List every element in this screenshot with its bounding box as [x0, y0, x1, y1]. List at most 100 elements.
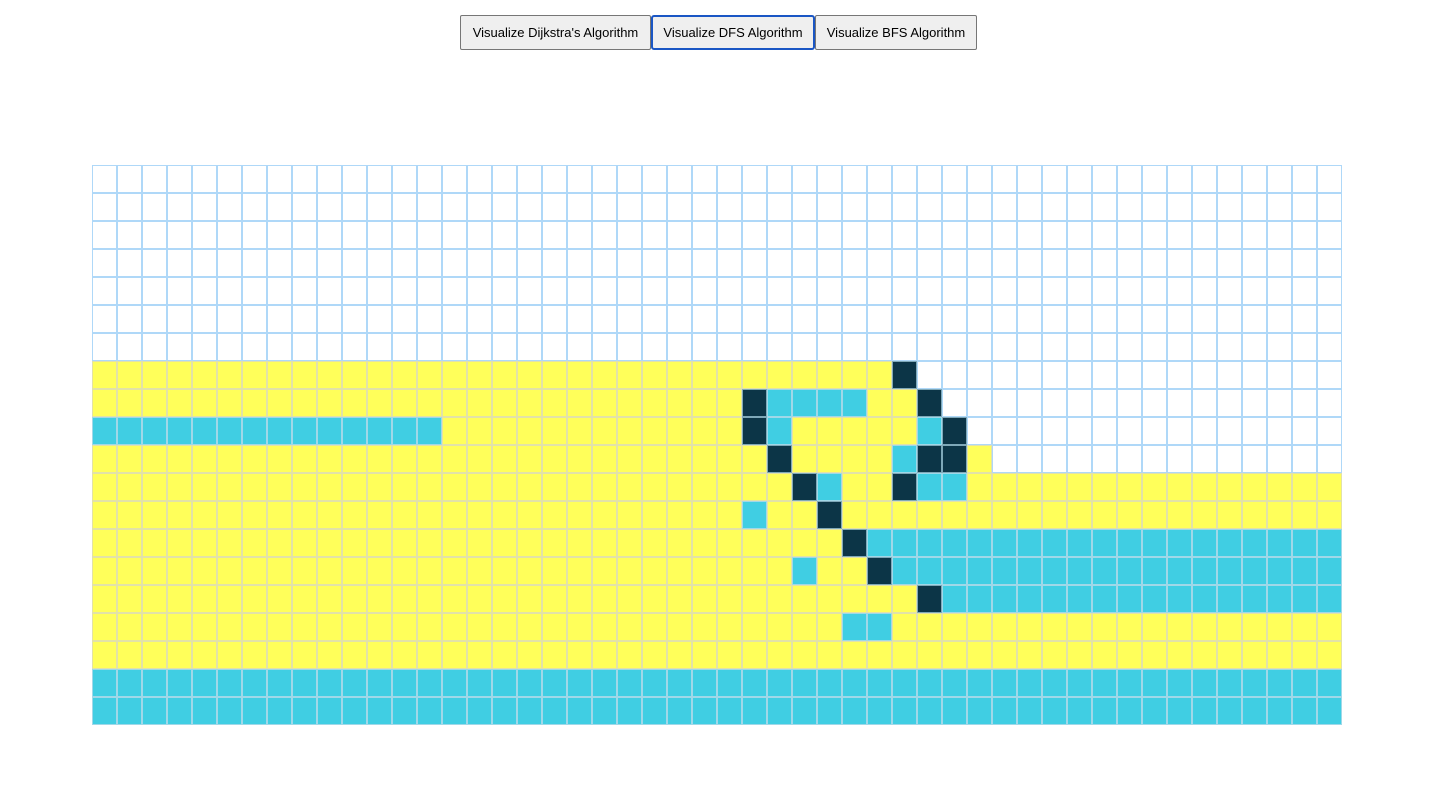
grid-cell-unvisited[interactable]: [817, 165, 842, 193]
grid-cell-visited[interactable]: [317, 585, 342, 613]
grid-cell-path[interactable]: [792, 389, 817, 417]
grid-cell-path[interactable]: [817, 669, 842, 697]
grid-cell-visited[interactable]: [292, 613, 317, 641]
grid-cell-visited[interactable]: [1092, 473, 1117, 501]
grid-cell-unvisited[interactable]: [1042, 333, 1067, 361]
grid-cell-unvisited[interactable]: [1192, 417, 1217, 445]
grid-cell-path[interactable]: [1117, 669, 1142, 697]
grid-cell-unvisited[interactable]: [242, 249, 267, 277]
grid-cell-unvisited[interactable]: [1117, 221, 1142, 249]
grid-cell-path[interactable]: [1267, 669, 1292, 697]
grid-cell-visited[interactable]: [1042, 473, 1067, 501]
grid-cell-unvisited[interactable]: [792, 221, 817, 249]
grid-cell-path[interactable]: [392, 669, 417, 697]
grid-cell-unvisited[interactable]: [1192, 277, 1217, 305]
grid-cell-unvisited[interactable]: [492, 305, 517, 333]
grid-cell-path[interactable]: [1317, 585, 1342, 613]
grid-cell-path[interactable]: [192, 417, 217, 445]
grid-cell-wall[interactable]: [867, 557, 892, 585]
grid-cell-path[interactable]: [1217, 529, 1242, 557]
grid-cell-visited[interactable]: [867, 641, 892, 669]
grid-cell-unvisited[interactable]: [267, 305, 292, 333]
grid-cell-unvisited[interactable]: [592, 277, 617, 305]
grid-cell-unvisited[interactable]: [542, 193, 567, 221]
grid-cell-visited[interactable]: [267, 641, 292, 669]
grid-cell-unvisited[interactable]: [1242, 389, 1267, 417]
grid-cell-unvisited[interactable]: [592, 221, 617, 249]
grid-cell-unvisited[interactable]: [992, 277, 1017, 305]
grid-cell-visited[interactable]: [442, 389, 467, 417]
grid-cell-unvisited[interactable]: [192, 249, 217, 277]
grid-cell-visited[interactable]: [292, 529, 317, 557]
grid-cell-visited[interactable]: [692, 361, 717, 389]
grid-cell-visited[interactable]: [1117, 641, 1142, 669]
grid-cell-visited[interactable]: [792, 445, 817, 473]
grid-cell-visited[interactable]: [842, 417, 867, 445]
grid-cell-unvisited[interactable]: [892, 333, 917, 361]
grid-cell-visited[interactable]: [667, 389, 692, 417]
grid-cell-unvisited[interactable]: [942, 277, 967, 305]
grid-cell-visited[interactable]: [767, 501, 792, 529]
grid-cell-unvisited[interactable]: [542, 249, 567, 277]
grid-cell-unvisited[interactable]: [817, 277, 842, 305]
grid-cell-visited[interactable]: [267, 585, 292, 613]
grid-cell-visited[interactable]: [192, 585, 217, 613]
grid-cell-unvisited[interactable]: [1217, 361, 1242, 389]
grid-cell-path[interactable]: [742, 501, 767, 529]
grid-cell-unvisited[interactable]: [1017, 249, 1042, 277]
grid-cell-visited[interactable]: [417, 641, 442, 669]
grid-cell-unvisited[interactable]: [1192, 249, 1217, 277]
grid-cell-visited[interactable]: [542, 501, 567, 529]
grid-cell-visited[interactable]: [667, 501, 692, 529]
grid-cell-visited[interactable]: [442, 529, 467, 557]
grid-cell-unvisited[interactable]: [242, 221, 267, 249]
grid-cell-unvisited[interactable]: [717, 305, 742, 333]
grid-cell-unvisited[interactable]: [192, 305, 217, 333]
grid-cell-path[interactable]: [792, 557, 817, 585]
grid-cell-unvisited[interactable]: [842, 249, 867, 277]
grid-cell-visited[interactable]: [342, 641, 367, 669]
grid-cell-visited[interactable]: [117, 501, 142, 529]
grid-cell-visited[interactable]: [167, 389, 192, 417]
grid-cell-unvisited[interactable]: [1142, 165, 1167, 193]
grid-cell-unvisited[interactable]: [767, 221, 792, 249]
grid-cell-path[interactable]: [1042, 557, 1067, 585]
grid-cell-unvisited[interactable]: [167, 305, 192, 333]
grid-cell-visited[interactable]: [167, 529, 192, 557]
grid-cell-visited[interactable]: [542, 613, 567, 641]
grid-cell-visited[interactable]: [142, 501, 167, 529]
grid-cell-unvisited[interactable]: [1092, 417, 1117, 445]
grid-cell-wall[interactable]: [917, 389, 942, 417]
grid-cell-unvisited[interactable]: [1192, 361, 1217, 389]
grid-cell-visited[interactable]: [692, 529, 717, 557]
grid-cell-unvisited[interactable]: [367, 221, 392, 249]
grid-cell-unvisited[interactable]: [442, 305, 467, 333]
grid-cell-unvisited[interactable]: [917, 221, 942, 249]
grid-cell-path[interactable]: [342, 417, 367, 445]
grid-cell-visited[interactable]: [567, 585, 592, 613]
grid-cell-path[interactable]: [967, 669, 992, 697]
grid-cell-unvisited[interactable]: [642, 165, 667, 193]
grid-cell-visited[interactable]: [367, 361, 392, 389]
grid-cell-visited[interactable]: [367, 557, 392, 585]
grid-cell-unvisited[interactable]: [1242, 165, 1267, 193]
grid-cell-path[interactable]: [1017, 529, 1042, 557]
grid-cell-unvisited[interactable]: [242, 305, 267, 333]
grid-cell-visited[interactable]: [217, 361, 242, 389]
grid-cell-path[interactable]: [967, 557, 992, 585]
grid-cell-visited[interactable]: [367, 445, 392, 473]
grid-cell-path[interactable]: [792, 697, 817, 725]
grid-cell-visited[interactable]: [1092, 501, 1117, 529]
grid-cell-visited[interactable]: [717, 585, 742, 613]
grid-cell-unvisited[interactable]: [542, 333, 567, 361]
grid-cell-unvisited[interactable]: [1042, 249, 1067, 277]
grid-cell-unvisited[interactable]: [667, 333, 692, 361]
grid-cell-visited[interactable]: [592, 501, 617, 529]
grid-cell-path[interactable]: [892, 697, 917, 725]
grid-cell-path[interactable]: [392, 417, 417, 445]
grid-cell-unvisited[interactable]: [92, 333, 117, 361]
grid-cell-path[interactable]: [692, 669, 717, 697]
grid-cell-unvisited[interactable]: [567, 221, 592, 249]
grid-cell-path[interactable]: [1067, 697, 1092, 725]
grid-cell-unvisited[interactable]: [1292, 445, 1317, 473]
